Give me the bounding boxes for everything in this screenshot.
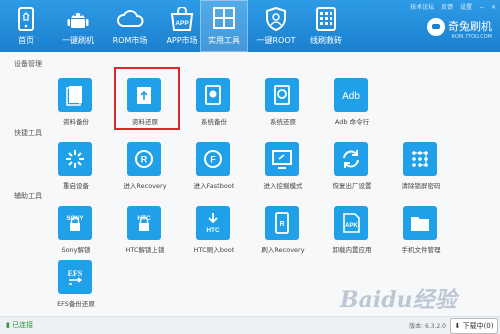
svg-text:F: F — [210, 155, 216, 165]
top-nav-bar: 首页 一键刷机 ROM市场 APP APP市场 实用工具 一键ROOT 线刷救砖… — [0, 0, 500, 52]
apk-icon: APK — [334, 206, 368, 240]
download-queue-button[interactable]: ⬇ 下载中(0) — [450, 318, 498, 334]
nav-rom-market[interactable]: ROM市场 — [104, 0, 156, 52]
cloud-icon — [117, 10, 144, 27]
nav-utility-tools[interactable]: 实用工具 — [200, 0, 248, 52]
svg-text:HTC: HTC — [137, 215, 151, 222]
svg-text:R: R — [141, 155, 148, 165]
svg-text:EFS: EFS — [68, 269, 83, 278]
feedback-link[interactable]: 反馈 — [441, 4, 453, 11]
brand-logo: 奇兔刷机 ROM.7TOU.COM — [427, 18, 492, 40]
phone-home-icon — [18, 7, 34, 31]
tool-factory-reset[interactable]: 恢复出厂设置 — [316, 140, 388, 198]
tool-flash-recovery[interactable]: R 刷入Recovery — [247, 204, 319, 262]
tool-phone-file-manager[interactable]: 手机文件管理 — [385, 204, 457, 262]
nav-home-label: 首页 — [18, 36, 34, 45]
tool-sony-unlock[interactable]: SONY Sony解锁 — [40, 204, 112, 262]
minimize-button[interactable]: − — [479, 4, 484, 11]
tool-reboot-device[interactable]: 重启设备 — [40, 140, 112, 198]
nav-utility-tools-label: 实用工具 — [208, 36, 240, 45]
version-label: 版本: 6.3.2.0 — [409, 323, 446, 330]
nav-line-flash-unbrick[interactable]: 线刷救砖 — [300, 0, 352, 52]
svg-text:R: R — [279, 221, 284, 228]
tool-label: 手机文件管理 — [401, 246, 441, 254]
nav-one-click-flash[interactable]: 一键刷机 — [52, 0, 104, 52]
highlight-box — [114, 67, 180, 130]
tool-efs-backup-restore[interactable]: EFS EFS备份还原 — [40, 258, 112, 316]
svg-text:APK: APK — [345, 223, 358, 229]
system-backup-icon — [196, 78, 230, 112]
htc-download-icon: HTC — [196, 206, 230, 240]
svg-text:HTC: HTC — [206, 227, 220, 234]
shield-icon — [266, 7, 286, 31]
section-title-quick-tools: 快捷工具 — [14, 129, 42, 137]
tool-htc-lock-unlock[interactable]: HTC HTC解锁上锁 — [109, 204, 181, 262]
close-button[interactable]: ✕ — [491, 4, 496, 11]
grid-icon — [213, 7, 235, 29]
efs-icon: EFS — [58, 260, 92, 294]
status-bar: ▮ 已连接 版本: 6.3.2.0 ⬇ 下载中(0) — [0, 316, 500, 334]
app-bag-icon: APP — [170, 7, 194, 31]
connection-status: ▮ 已连接 — [6, 321, 34, 329]
tool-system-restore[interactable]: 系统还原 — [247, 76, 319, 134]
window-links: 技术论坛 反馈 设置 − ✕ — [405, 2, 496, 11]
download-queue-text: 下载中(0) — [462, 322, 494, 330]
tool-label: Adb 命令行 — [334, 118, 370, 126]
brick-icon — [316, 7, 336, 31]
nav-one-click-root-label: 一键ROOT — [256, 36, 296, 45]
htc-lock-icon: HTC — [127, 206, 161, 240]
nav-one-click-flash-label: 一键刷机 — [62, 36, 94, 45]
tool-enter-download-mode[interactable]: 进入挖掘模式 — [247, 140, 319, 198]
connection-status-text: 已连接 — [12, 321, 34, 329]
fastboot-icon: F — [196, 142, 230, 176]
forum-link[interactable]: 技术论坛 — [410, 4, 434, 11]
document-copy-icon — [58, 78, 92, 112]
tool-label: 清除锁屏密码 — [401, 182, 441, 190]
tool-clear-lock-password[interactable]: 清除锁屏密码 — [385, 140, 457, 198]
tool-system-backup[interactable]: 系统备份 — [178, 76, 250, 134]
rabbit-logo-icon — [427, 18, 445, 36]
tool-htc-flash-boot[interactable]: HTC HTC刷入boot — [178, 204, 250, 262]
robot-icon — [67, 13, 89, 28]
settings-link[interactable]: 设置 — [460, 4, 472, 11]
tool-adb-command[interactable]: Adb Adb 命令行 — [316, 76, 388, 134]
pattern-lock-icon — [403, 142, 437, 176]
brand-name: 奇兔刷机 — [448, 20, 492, 33]
tool-label: EFS备份还原 — [57, 300, 95, 308]
svg-text:APP: APP — [175, 20, 189, 27]
tool-data-backup[interactable]: 资料备份 — [40, 76, 112, 134]
section-title-auxiliary-tools: 辅助工具 — [14, 192, 42, 200]
folder-icon — [403, 206, 437, 240]
section-title-device-management: 设备管理 — [14, 60, 42, 68]
nav-one-click-root[interactable]: 一键ROOT — [250, 0, 302, 52]
nav-home[interactable]: 首页 — [0, 0, 52, 52]
nav-line-flash-unbrick-label: 线刷救砖 — [310, 36, 342, 45]
app-window: 首页 一键刷机 ROM市场 APP APP市场 实用工具 一键ROOT 线刷救砖… — [0, 0, 500, 334]
tool-enter-fastboot[interactable]: F 进入Fastboot — [178, 140, 250, 198]
tool-uninstall-builtin-apps[interactable]: APK 卸载内置应用 — [316, 204, 388, 262]
monitor-icon — [265, 142, 299, 176]
recovery-icon: R — [127, 142, 161, 176]
sony-icon: SONY — [58, 206, 92, 240]
reboot-icon — [58, 142, 92, 176]
refresh-icon — [334, 142, 368, 176]
nav-rom-market-label: ROM市场 — [112, 36, 148, 45]
baidu-watermark: Baidu经验 — [340, 287, 457, 313]
phone-recovery-icon: R — [265, 206, 299, 240]
tool-enter-recovery[interactable]: R 进入Recovery — [109, 140, 181, 198]
svg-text:Adb: Adb — [342, 91, 360, 102]
system-restore-icon — [265, 78, 299, 112]
adb-icon: Adb — [334, 78, 368, 112]
